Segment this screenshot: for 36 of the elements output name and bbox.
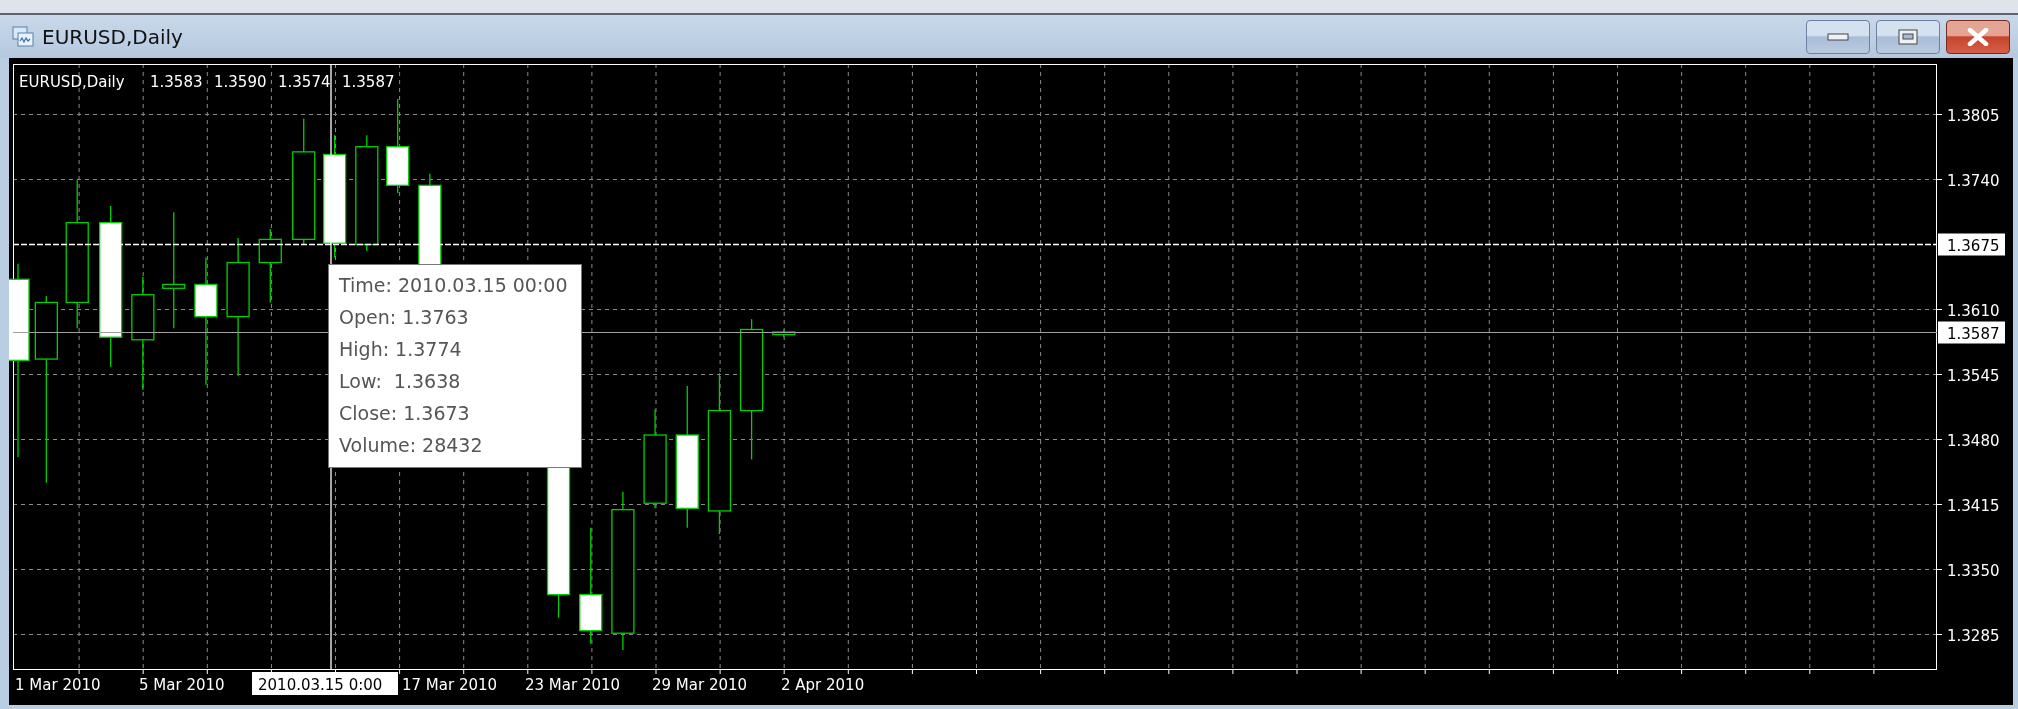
date-axis-label: 2 Apr 2010 (781, 676, 865, 694)
ohlc-value: 1.3590 (214, 73, 267, 91)
tooltip-line: Time: 2010.03.15 00:00 (339, 273, 569, 298)
price-axis-label: 1.3545 (1947, 366, 2000, 385)
tooltip-line: High: 1.3774 (339, 337, 463, 362)
crosshair-time-tag: 2010.03.15 0:00 (252, 672, 398, 695)
tooltip-line: Open: 1.3763 (339, 305, 470, 330)
date-axis-label: 23 Mar 2010 (525, 676, 621, 694)
date-axis-label: 5 Mar 2010 (139, 676, 225, 694)
price-axis-label: 1.3285 (1947, 626, 2000, 645)
price-axis-label: 1.3350 (1947, 561, 2000, 580)
chart-symbol-label: EURUSD,Daily (19, 73, 125, 91)
tooltip-line: Volume: 28432 (339, 433, 484, 458)
price-axis-label: 1.3480 (1947, 431, 2000, 450)
tooltip-line: Low: 1.3638 (339, 369, 462, 394)
ohlc-value: 1.3583 (150, 73, 203, 91)
price-axis-label: 1.3740 (1947, 171, 2000, 190)
price-axis-label: 1.3610 (1947, 301, 2000, 320)
date-axis-label: 17 Mar 2010 (402, 676, 498, 694)
price-axis-label: 1.3805 (1947, 106, 2000, 125)
minimize-button[interactable] (1806, 19, 1870, 54)
date-axis-label: 1 Mar 2010 (15, 676, 101, 694)
window-title: EURUSD,Daily (42, 24, 183, 49)
date-axis-label: 29 Mar 2010 (652, 676, 748, 694)
maximize-button[interactable] (1876, 19, 1940, 54)
bid-price-tag: 1.3587 (1938, 321, 2005, 344)
close-button[interactable] (1946, 19, 2010, 54)
close-icon (1966, 27, 1990, 46)
maximize-icon (1898, 28, 1918, 45)
price-axis-label: 1.3415 (1947, 496, 2000, 515)
crosshair-price-tag: 1.3675 (1938, 233, 2005, 256)
tooltip-line: Close: 1.3673 (339, 401, 471, 426)
chart-window-icon (12, 25, 34, 48)
ohlc-value: 1.3587 (342, 73, 395, 91)
minimize-icon (1827, 31, 1849, 42)
ohlc-value: 1.3574 (278, 73, 331, 91)
